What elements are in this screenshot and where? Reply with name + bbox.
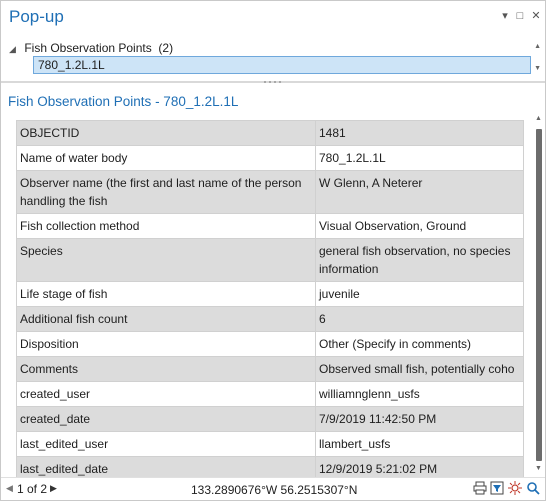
table-row: Species general fish observation, no spec… [16,238,524,282]
field-value: W Glenn, A Neterer [315,170,524,214]
scroll-down-icon[interactable]: ▼ [535,465,542,472]
field-value: general fish observation, no species inf… [315,238,524,282]
filter-icon[interactable] [490,481,504,495]
field-name: Species [16,238,316,282]
table-row: created_user williamnglenn_usfs [16,381,524,407]
field-value: 7/9/2019 11:42:50 PM [315,406,524,432]
feature-tree: ◢ Fish Observation Points (2) 780_1.2L.1… [1,37,545,79]
options-menu-icon[interactable]: ▾ [498,9,512,23]
table-row: last_edited_date 12/9/2019 5:21:02 PM [16,456,524,477]
table-row: Comments Observed small fish, potentially… [16,356,524,382]
table-row: Name of water body 780_1.2L.1L [16,145,524,171]
field-value: 12/9/2019 5:21:02 PM [315,456,524,477]
feature-pager: 1 of 2 [17,482,48,496]
tree-scroll-up-icon[interactable]: ▲ [534,43,541,50]
field-name: Comments [16,356,316,382]
table-row: OBJECTID 1481 [16,120,524,146]
collapse-caret-icon[interactable]: ◢ [9,40,21,58]
field-name: Observer name (the first and last name o… [16,170,316,214]
selected-feature-item[interactable]: 780_1.2L.1L [33,56,531,74]
popup-window: Pop-up ▾ □ ✕ ◢ Fish Observation Points (… [0,0,546,501]
printer-icon[interactable] [473,481,487,495]
attribute-table: OBJECTID 1481 Name of water body 780_1.2L.1… [16,120,524,477]
field-name: Additional fish count [16,306,316,332]
field-value: Observed small fish, potentially coho [315,356,524,382]
field-name: last_edited_date [16,456,316,477]
table-row: Observer name (the first and last name o… [16,170,524,214]
layer-count: (2) [158,41,174,55]
table-row: Disposition Other (Specify in comments) [16,331,524,357]
feature-heading: Fish Observation Points - 780_1.2L.1L [8,94,239,109]
field-value: Other (Specify in comments) [315,331,524,357]
field-value: Visual Observation, Ground [315,213,524,239]
tree-scroll-down-icon[interactable]: ▼ [534,65,541,72]
window-title: Pop-up [9,7,64,26]
title-bar: Pop-up ▾ □ ✕ [1,1,545,35]
field-name: OBJECTID [16,120,316,146]
table-row: Fish collection method Visual Observation… [16,213,524,239]
status-bar: ◀ 1 of 2 ▶ 133.2890676°W 56.2515307°N [1,477,545,501]
previous-feature-icon[interactable]: ◀ [6,483,13,494]
field-name: last_edited_user [16,431,316,457]
layer-node[interactable]: ◢ Fish Observation Points (2) [9,39,173,57]
field-name: Fish collection method [16,213,316,239]
layer-label: Fish Observation Points [24,41,152,55]
table-row: last_edited_user llambert_usfs [16,431,524,457]
field-name: Disposition [16,331,316,357]
field-value: llambert_usfs [315,431,524,457]
coordinate-readout: 133.2890676°W 56.2515307°N [191,483,358,497]
flash-icon[interactable] [508,481,522,495]
vertical-scrollbar[interactable]: ▲ ▼ [533,113,545,477]
field-value: juvenile [315,281,524,307]
close-icon[interactable]: ✕ [529,9,543,23]
pane-splitter[interactable] [1,81,545,83]
attribute-panel: OBJECTID 1481 Name of water body 780_1.2L.1… [1,113,531,477]
field-value: 6 [315,306,524,332]
next-feature-icon[interactable]: ▶ [50,483,57,494]
table-row: Additional fish count 6 [16,306,524,332]
field-name: Life stage of fish [16,281,316,307]
field-name: created_date [16,406,316,432]
scroll-thumb[interactable] [536,129,542,461]
field-value: 780_1.2L.1L [315,145,524,171]
table-row: created_date 7/9/2019 11:42:50 PM [16,406,524,432]
scroll-up-icon[interactable]: ▲ [535,115,542,122]
splitter-grip-icon[interactable] [261,78,285,86]
zoom-to-icon[interactable] [526,481,540,495]
field-value: 1481 [315,120,524,146]
field-value: williamnglenn_usfs [315,381,524,407]
maximize-icon[interactable]: □ [513,9,527,23]
field-name: created_user [16,381,316,407]
table-row: Life stage of fish juvenile [16,281,524,307]
field-name: Name of water body [16,145,316,171]
